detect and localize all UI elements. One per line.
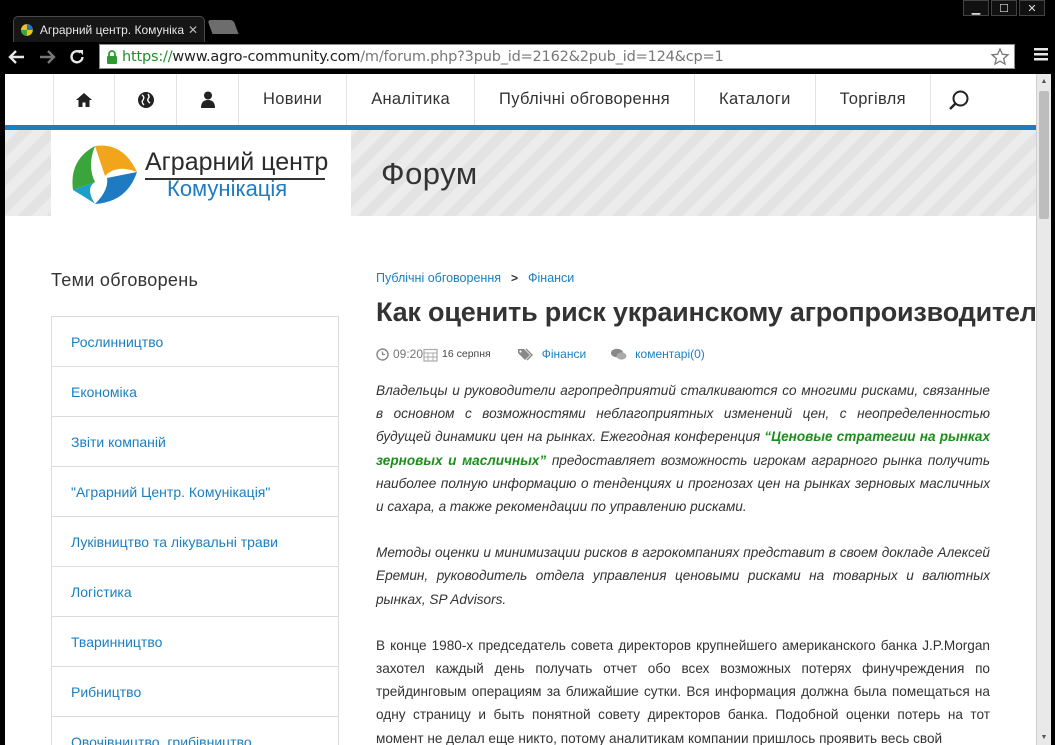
breadcrumb-finance[interactable]: Фінанси <box>528 271 574 285</box>
new-tab-button[interactable] <box>207 20 239 34</box>
topic-list: Рослинництво Економіка Звіти компаній "А… <box>51 316 339 745</box>
back-icon[interactable] <box>4 44 30 70</box>
bookmark-star-icon[interactable] <box>990 47 1010 67</box>
article: Публічні обговорення > Фінанси Как оцени… <box>376 270 1036 745</box>
breadcrumb-public-discussions[interactable]: Публічні обговорення <box>376 271 501 285</box>
nav-user[interactable] <box>177 74 239 125</box>
nav-item-news[interactable]: Новини <box>239 74 348 125</box>
nav-item-catalogs[interactable]: Каталоги <box>695 74 816 125</box>
article-paragraph: В конце 1980-х председатель совета дирек… <box>376 637 990 745</box>
browser-chrome: Аграрний центр. Комунікац ✕ ▁ ☐ ✕ https:… <box>0 0 1055 74</box>
calendar-icon <box>423 348 438 362</box>
article-category-link[interactable]: Фінанси <box>542 347 586 361</box>
sidebar-item-company-reports[interactable]: Звіти компаній <box>51 417 339 467</box>
tab-title: Аграрний центр. Комунікац <box>39 22 184 37</box>
reload-icon[interactable] <box>64 44 90 70</box>
window-controls: ▁ ☐ ✕ <box>961 0 1045 16</box>
page-banner: Аграрний центр Комунікація Форум <box>5 130 1036 216</box>
browser-tab-active[interactable]: Аграрний центр. Комунікац ✕ <box>13 16 205 42</box>
scroll-up-icon[interactable]: ▲ <box>1037 74 1051 89</box>
page-scrollbar[interactable]: ▲ ▼ <box>1036 74 1051 745</box>
article-time: 09:20 <box>393 347 424 361</box>
sidebar-item-livestock[interactable]: Тваринництво <box>51 617 339 667</box>
maximize-icon[interactable]: ☐ <box>991 0 1017 16</box>
article-paragraph: Методы оценки и минимизации рисков в агр… <box>376 545 990 607</box>
scroll-down-icon[interactable]: ▼ <box>1037 730 1051 745</box>
nav-item-analytics[interactable]: Аналітика <box>347 74 476 125</box>
article-paragraph: Владельцы и руководители агропредприятий… <box>376 383 991 515</box>
sidebar-heading: Теми обговорень <box>51 270 199 290</box>
site-nav: Новини Аналітика Публічні обговорення Ка… <box>5 74 1036 125</box>
logo-triangle-icon <box>72 145 137 204</box>
search-icon <box>948 90 969 110</box>
address-bar[interactable]: https://www.agro-community.com/m/forum.p… <box>99 44 1015 69</box>
breadcrumb-chevron-icon: > <box>511 271 519 285</box>
sidebar-item-fishery[interactable]: Рибництво <box>51 667 339 717</box>
sidebar-item-vegetables[interactable]: Овочівництво, грибівництво <box>51 717 339 745</box>
clock-icon <box>376 347 389 361</box>
sidebar-item-logistics[interactable]: Логістика <box>51 567 339 617</box>
comments-icon <box>611 348 627 360</box>
close-window-icon[interactable]: ✕ <box>1019 0 1045 16</box>
url-text: https://www.agro-community.com/m/forum.p… <box>122 48 724 65</box>
article-date: 16 серпня <box>442 348 491 360</box>
scrollbar-thumb[interactable] <box>1039 91 1049 219</box>
home-icon <box>76 92 92 107</box>
site-logo[interactable]: Аграрний центр Комунікація <box>51 130 351 216</box>
article-title: Как оценить риск украинскому агропроизво… <box>376 297 1036 327</box>
window-frame <box>1051 74 1055 745</box>
user-icon <box>200 91 215 108</box>
logo-text-line1: Аграрний центр <box>145 148 329 176</box>
browser-menu-icon[interactable] <box>1033 46 1049 62</box>
nav-globe[interactable] <box>115 74 177 125</box>
page-title: Форум <box>381 156 478 191</box>
breadcrumb: Публічні обговорення > Фінанси <box>376 270 990 286</box>
page-viewport: Новини Аналітика Публічні обговорення Ка… <box>5 74 1036 745</box>
nav-item-public-discussions[interactable]: Публічні обговорення <box>475 74 696 125</box>
browser-toolbar: https://www.agro-community.com/m/forum.p… <box>0 42 1055 72</box>
nav-home[interactable] <box>53 74 115 125</box>
nav-search[interactable] <box>931 74 987 125</box>
site-favicon-icon <box>20 23 33 36</box>
article-meta: 09:20 16 серпня Фінанси коментарі(0) <box>376 346 990 362</box>
sidebar-item-crops[interactable]: Рослинництво <box>51 317 339 367</box>
minimize-icon[interactable]: ▁ <box>963 0 989 16</box>
sidebar-item-herbs[interactable]: Луківництво та лікувальні трави <box>51 517 339 567</box>
article-comments-link[interactable]: коментарі(0) <box>635 347 705 361</box>
article-body: Владельцы и руководители агропредприятий… <box>376 379 990 745</box>
tab-close-icon[interactable]: ✕ <box>188 23 198 37</box>
sidebar-item-economy[interactable]: Економіка <box>51 367 339 417</box>
lock-icon <box>107 49 117 64</box>
tags-icon <box>517 348 533 360</box>
logo-text-line2: Комунікація <box>167 176 288 201</box>
nav-item-trade[interactable]: Торгівля <box>816 74 931 125</box>
forward-icon[interactable] <box>34 44 60 70</box>
globe-icon <box>137 91 154 108</box>
sidebar-item-agro-center[interactable]: "Аграрний Центр. Комунікація" <box>51 467 339 517</box>
